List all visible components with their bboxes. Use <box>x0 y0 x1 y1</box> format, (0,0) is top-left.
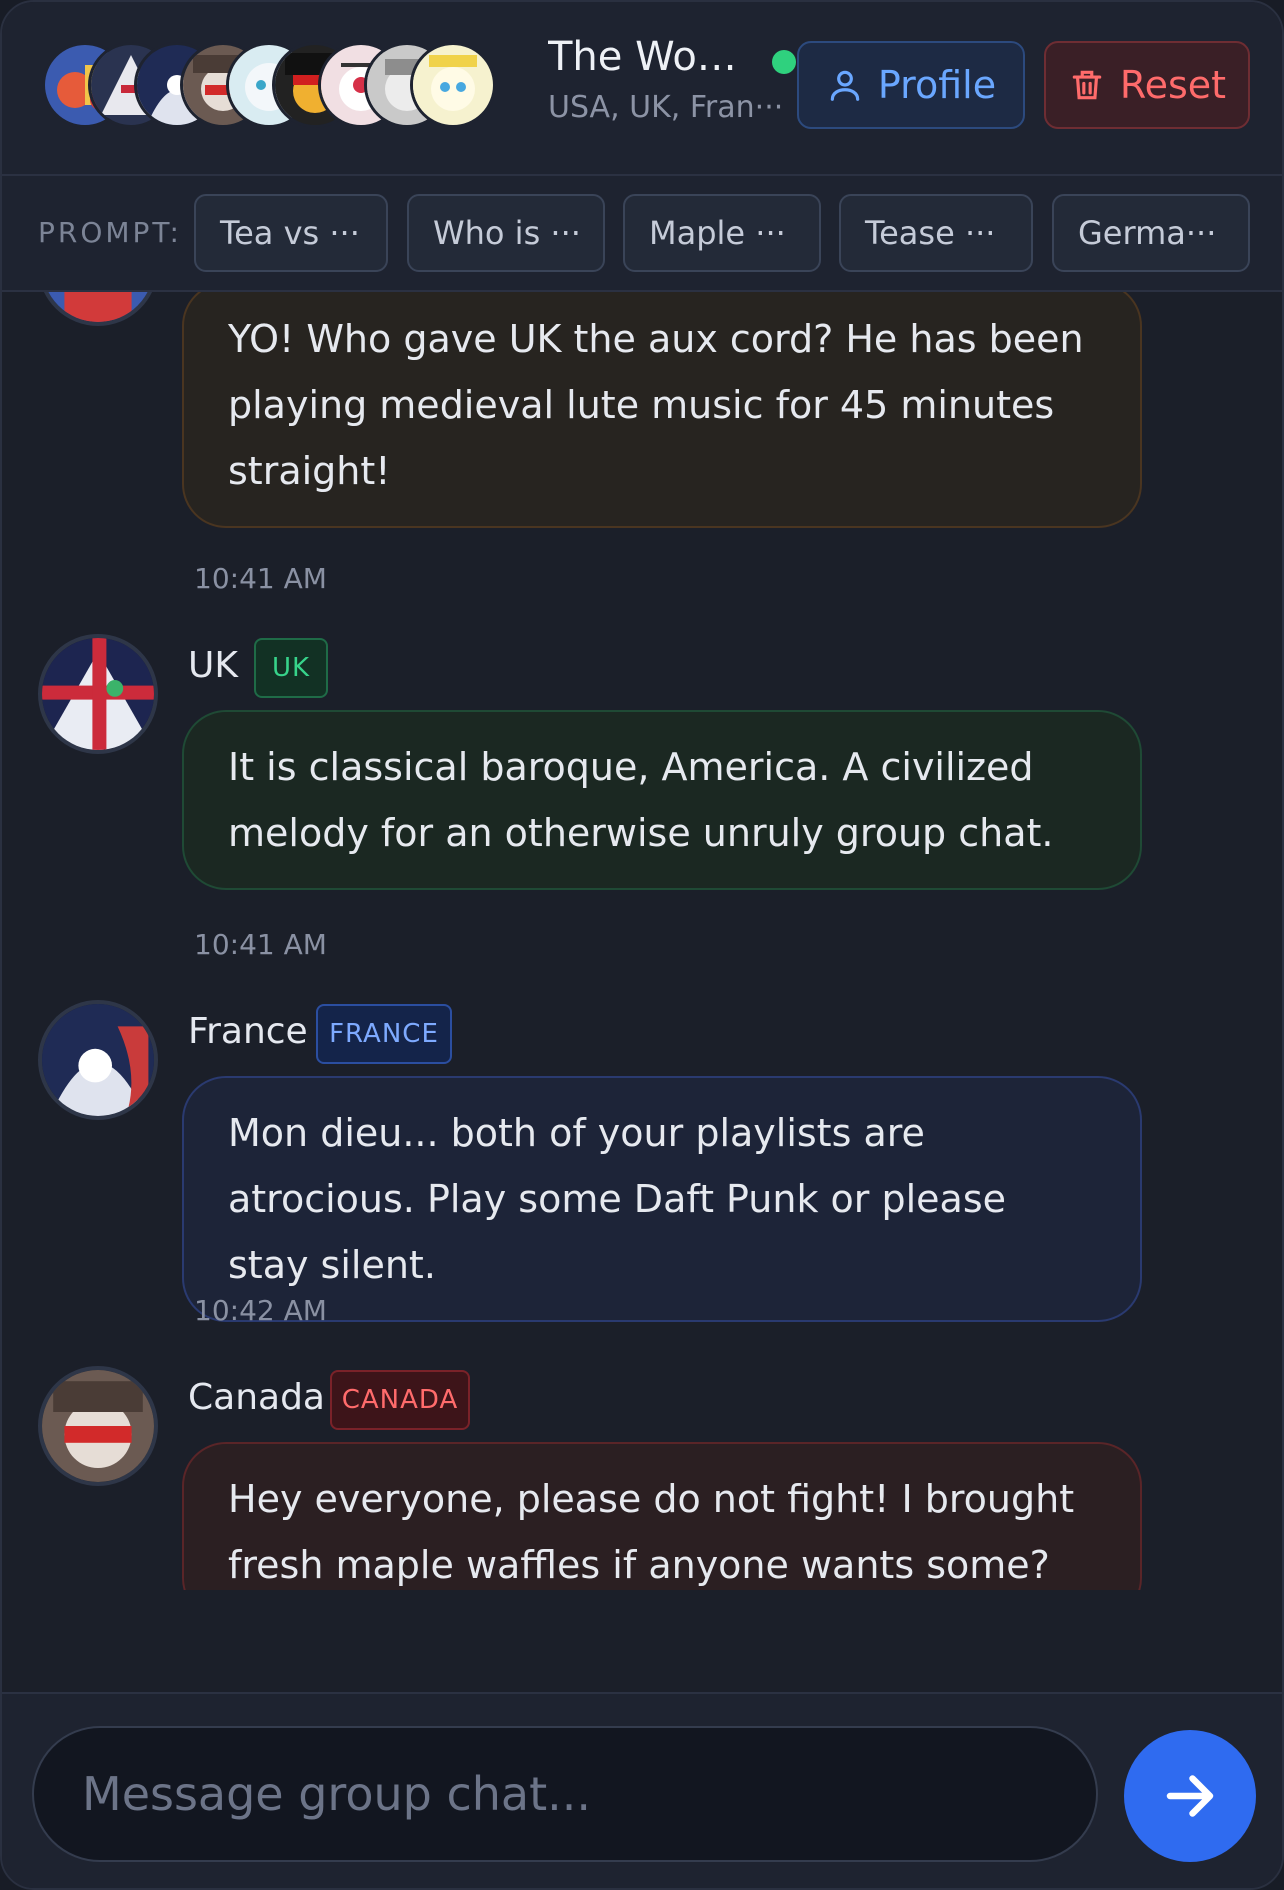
chat-title-block: The Wor··· USA, UK, Fran··· <box>548 32 796 125</box>
member-avatar <box>410 42 496 128</box>
online-indicator <box>772 50 796 74</box>
trash-icon <box>1072 70 1102 100</box>
profile-button[interactable]: Profile <box>797 41 1025 129</box>
avatar <box>38 634 158 754</box>
sender-name: France <box>188 1011 308 1052</box>
sender-badge: UK <box>254 638 328 698</box>
profile-button-label: Profile <box>877 63 997 107</box>
chat-members-subtitle: USA, UK, Fran··· <box>548 90 784 125</box>
prompt-chip[interactable]: Germa··· <box>1052 194 1250 272</box>
message-time: 10:41 AM <box>194 928 327 961</box>
sender-badge: CANADA <box>330 1370 470 1430</box>
message-input[interactable] <box>32 1726 1098 1862</box>
reset-button-label: Reset <box>1119 63 1227 107</box>
prompt-label: PROMPT: <box>38 216 182 249</box>
chat-header: The Wor··· USA, UK, Fran··· Profile Rese… <box>2 2 1282 176</box>
avatar <box>38 292 158 326</box>
sender-name: UK <box>188 645 238 686</box>
prompt-chip[interactable]: Tease ··· <box>839 194 1033 272</box>
message-time: 10:41 AM <box>194 562 327 595</box>
message-composer <box>2 1692 1282 1888</box>
message-bubble: Mon dieu... both of your playlists are a… <box>182 1076 1142 1322</box>
prompt-bar: PROMPT: Tea vs ··· Who is ··· Maple ··· … <box>2 176 1282 292</box>
sender-badge: FRANCE <box>316 1004 452 1064</box>
user-icon <box>830 70 860 101</box>
send-button[interactable] <box>1124 1730 1256 1862</box>
prompt-chip[interactable]: Who is ··· <box>407 194 605 272</box>
message-bubble: YO! Who gave UK the aux cord? He has bee… <box>182 292 1142 528</box>
avatar <box>38 1000 158 1120</box>
message-bubble: Hey everyone, please do not fight! I bro… <box>182 1442 1142 1590</box>
sender-name: Canada <box>188 1377 325 1418</box>
group-chat-app: The Wor··· USA, UK, Fran··· Profile Rese… <box>0 0 1284 1890</box>
avatar <box>38 1366 158 1486</box>
message-list[interactable]: YO! Who gave UK the aux cord? He has bee… <box>2 292 1282 1590</box>
chat-title: The Wor··· <box>548 34 748 80</box>
arrow-right-icon <box>1166 1775 1214 1817</box>
member-avatar-stack[interactable] <box>42 42 512 128</box>
message-bubble: It is classical baroque, America. A civi… <box>182 710 1142 890</box>
prompt-chip[interactable]: Maple ··· <box>623 194 821 272</box>
message-time: 10:42 AM <box>194 1294 327 1327</box>
prompt-chip[interactable]: Tea vs ··· <box>194 194 388 272</box>
reset-button[interactable]: Reset <box>1044 41 1250 129</box>
